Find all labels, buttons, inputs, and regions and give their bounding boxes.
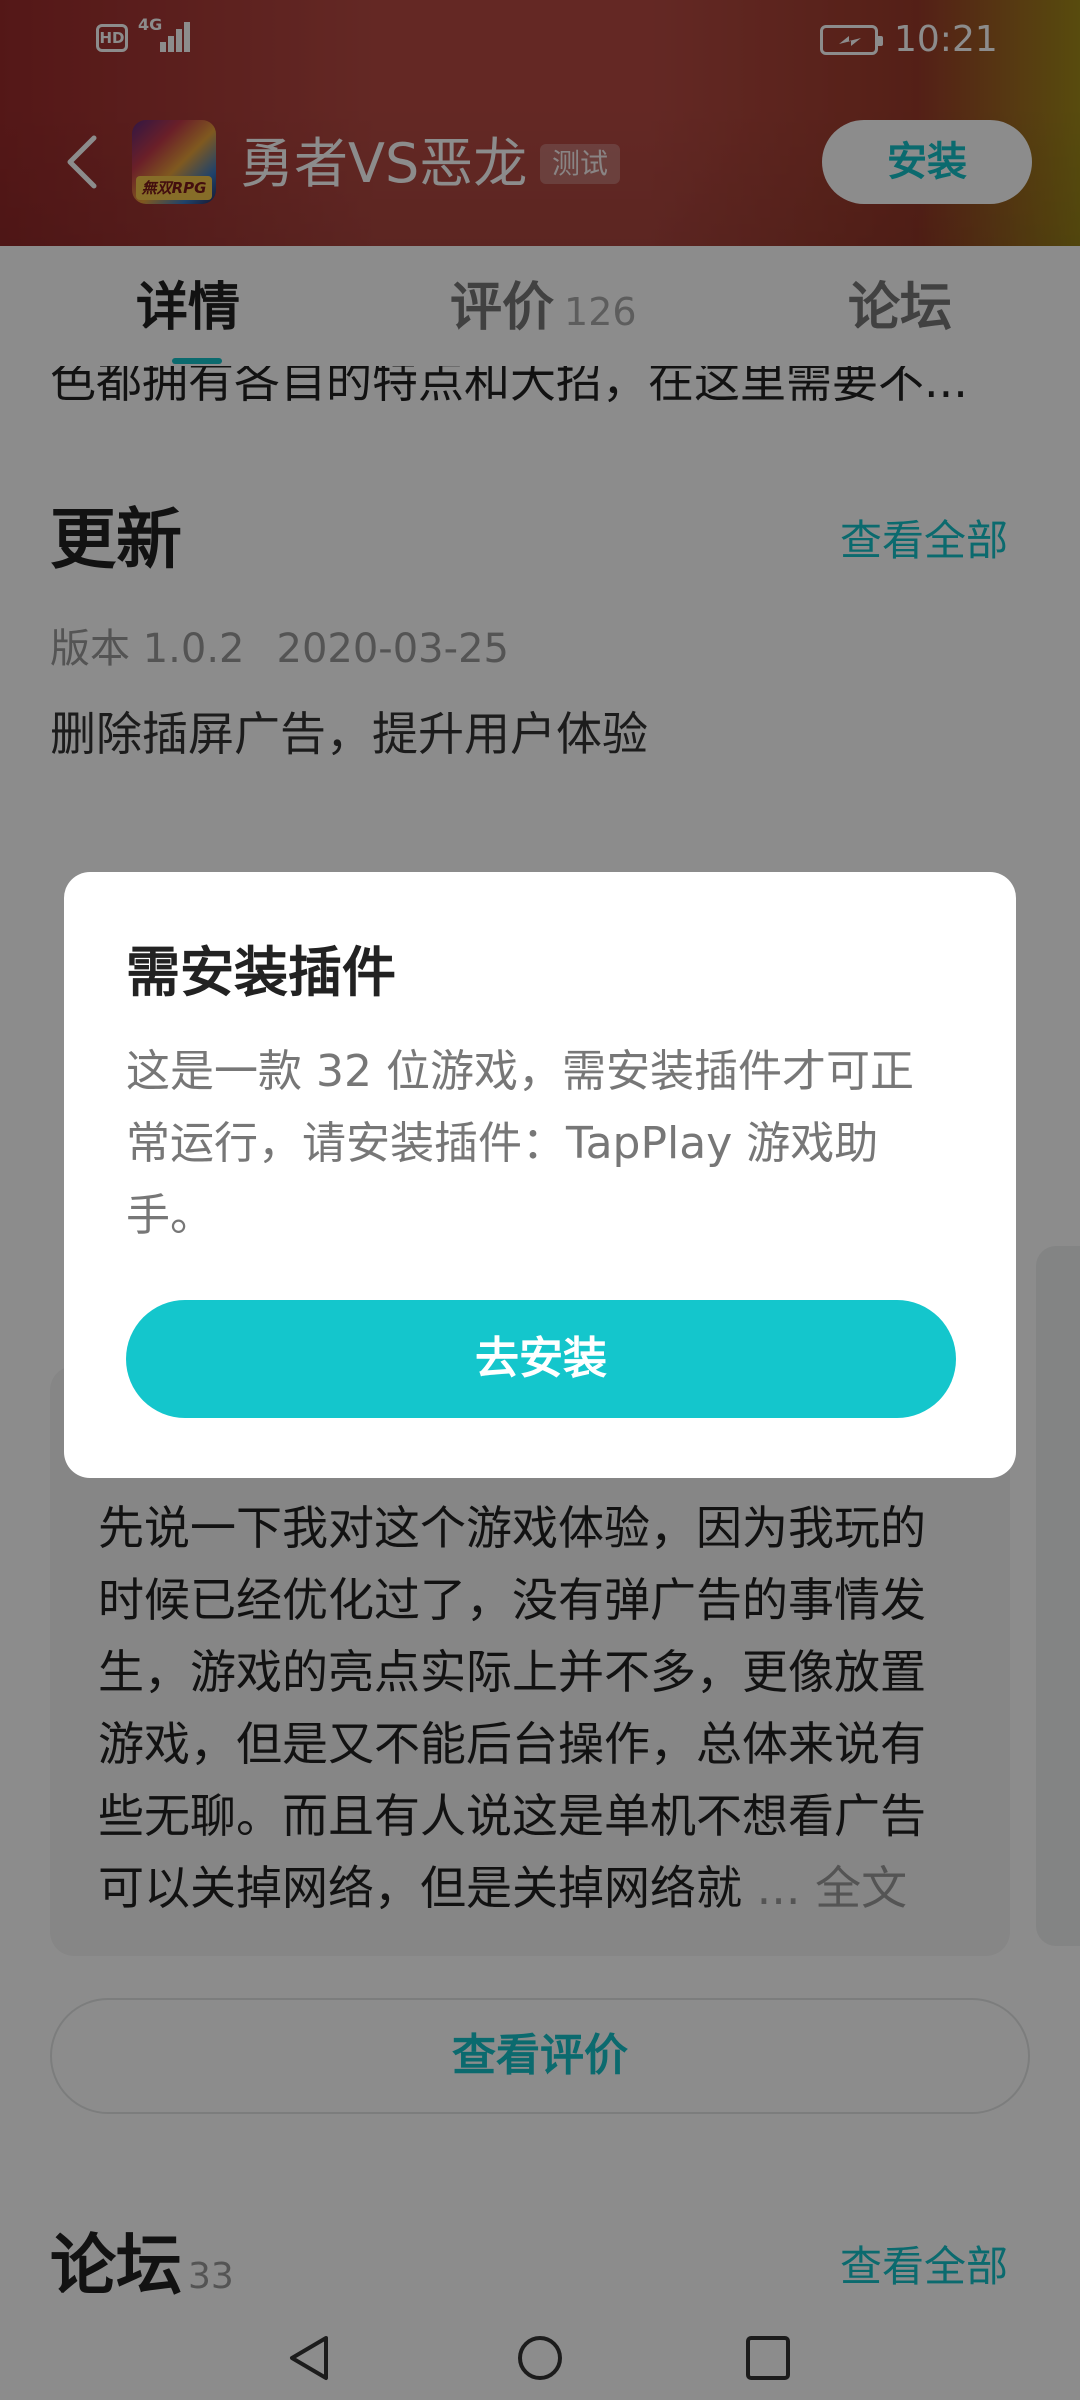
dialog-message: 这是一款 32 位游戏，需安装插件才可正常运行，请安装插件：TapPlay 游戏… [126,1046,914,1241]
install-plugin-dialog: 需安装插件 这是一款 32 位游戏，需安装插件才可正常运行，请安装插件：TapP… [64,872,1016,1478]
go-install-button[interactable]: 去安装 [126,1300,956,1418]
dialog-title: 需安装插件 [126,941,396,1004]
